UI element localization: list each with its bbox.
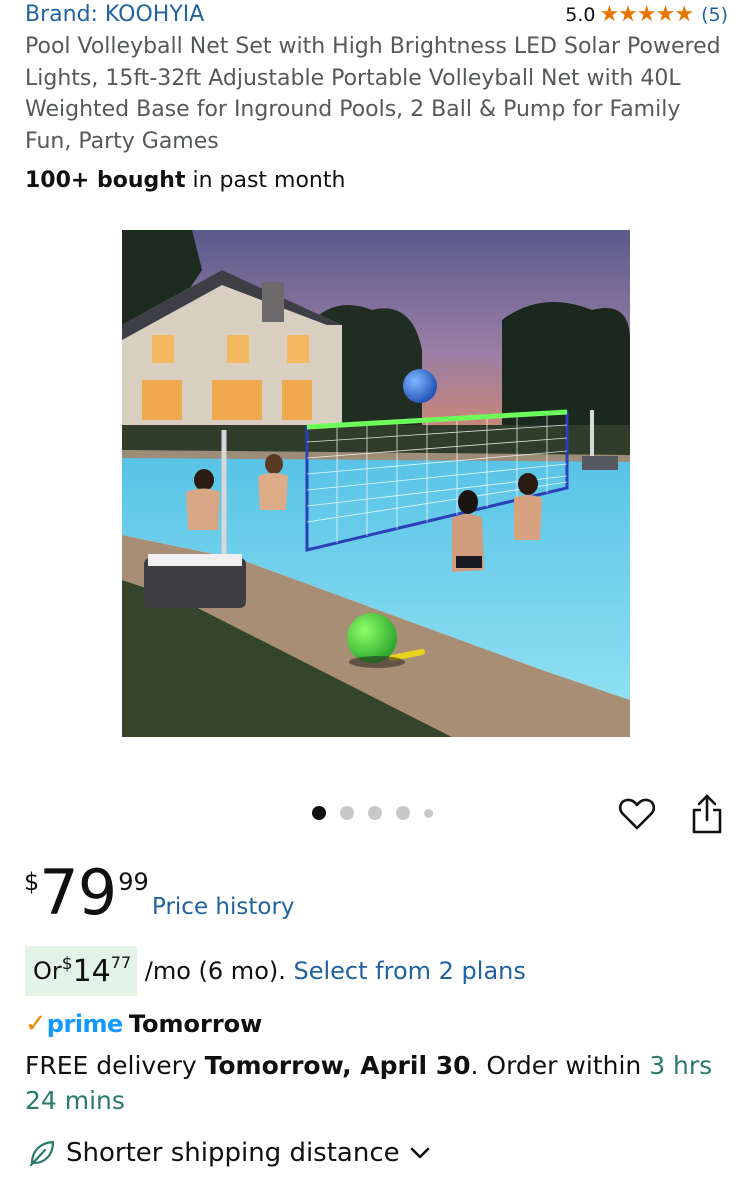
delivery-info: FREE delivery Tomorrow, April 30. Order … xyxy=(25,1048,725,1118)
bought-count: 100+ bought xyxy=(25,168,186,193)
carousel-dot[interactable] xyxy=(312,806,326,820)
installment-currency: $ xyxy=(61,954,73,974)
order-within-label: . Order within xyxy=(470,1051,650,1080)
installment-prefix: Or xyxy=(33,957,62,985)
rating-summary[interactable]: 5.0 ★★★★★ (5) xyxy=(565,2,728,27)
brand-link[interactable]: Brand: KOOHYIA xyxy=(25,2,204,27)
product-title: Pool Volleyball Net Set with High Bright… xyxy=(25,34,721,154)
shorter-shipping-toggle[interactable]: Shorter shipping distance xyxy=(28,1138,432,1168)
installment-whole: 14 xyxy=(72,953,111,989)
price-history-link[interactable]: Price history xyxy=(152,894,295,920)
installment-price-box: Or $ 14 77 xyxy=(25,946,138,996)
delivery-free-label: FREE delivery xyxy=(25,1051,205,1080)
delivery-date: Tomorrow, April 30 xyxy=(204,1051,471,1080)
rating-score: 5.0 xyxy=(565,3,596,26)
star-rating-icon: ★★★★★ xyxy=(599,2,694,27)
price-whole: 79 xyxy=(39,856,117,929)
bought-in-past-month: 100+ bought in past month xyxy=(25,168,345,193)
select-plans-link[interactable]: Select from 2 plans xyxy=(294,957,526,985)
installment-fraction: 77 xyxy=(110,952,132,972)
heart-icon[interactable] xyxy=(617,794,657,834)
price-currency: $ xyxy=(24,868,40,896)
price: $ 79 99 xyxy=(24,860,149,926)
carousel-dot[interactable] xyxy=(340,806,354,820)
prime-logo: prime xyxy=(46,1010,124,1038)
shipping-distance-label: Shorter shipping distance xyxy=(66,1138,400,1168)
product-image[interactable] xyxy=(122,230,630,737)
carousel-dot[interactable] xyxy=(368,806,382,820)
chevron-down-icon xyxy=(410,1147,429,1159)
carousel-dot[interactable] xyxy=(396,806,410,820)
prime-delivery-day: Tomorrow xyxy=(128,1010,263,1038)
carousel-dot[interactable] xyxy=(424,808,433,818)
leaf-icon xyxy=(29,1140,55,1167)
installment-offer: Or $ 14 77 /mo (6 mo). Select from 2 pla… xyxy=(25,946,526,996)
prime-check-icon: ✓ xyxy=(25,1009,47,1039)
pool-volleyball-scene-image xyxy=(122,230,630,737)
image-carousel-dots[interactable] xyxy=(312,806,433,820)
prime-badge: ✓ prime Tomorrow xyxy=(25,1009,262,1039)
price-fraction: 99 xyxy=(118,868,149,896)
review-count[interactable]: (5) xyxy=(701,4,728,26)
bought-period: in past month xyxy=(185,168,346,193)
share-icon[interactable] xyxy=(689,793,725,835)
installment-term: /mo (6 mo). xyxy=(137,957,294,985)
